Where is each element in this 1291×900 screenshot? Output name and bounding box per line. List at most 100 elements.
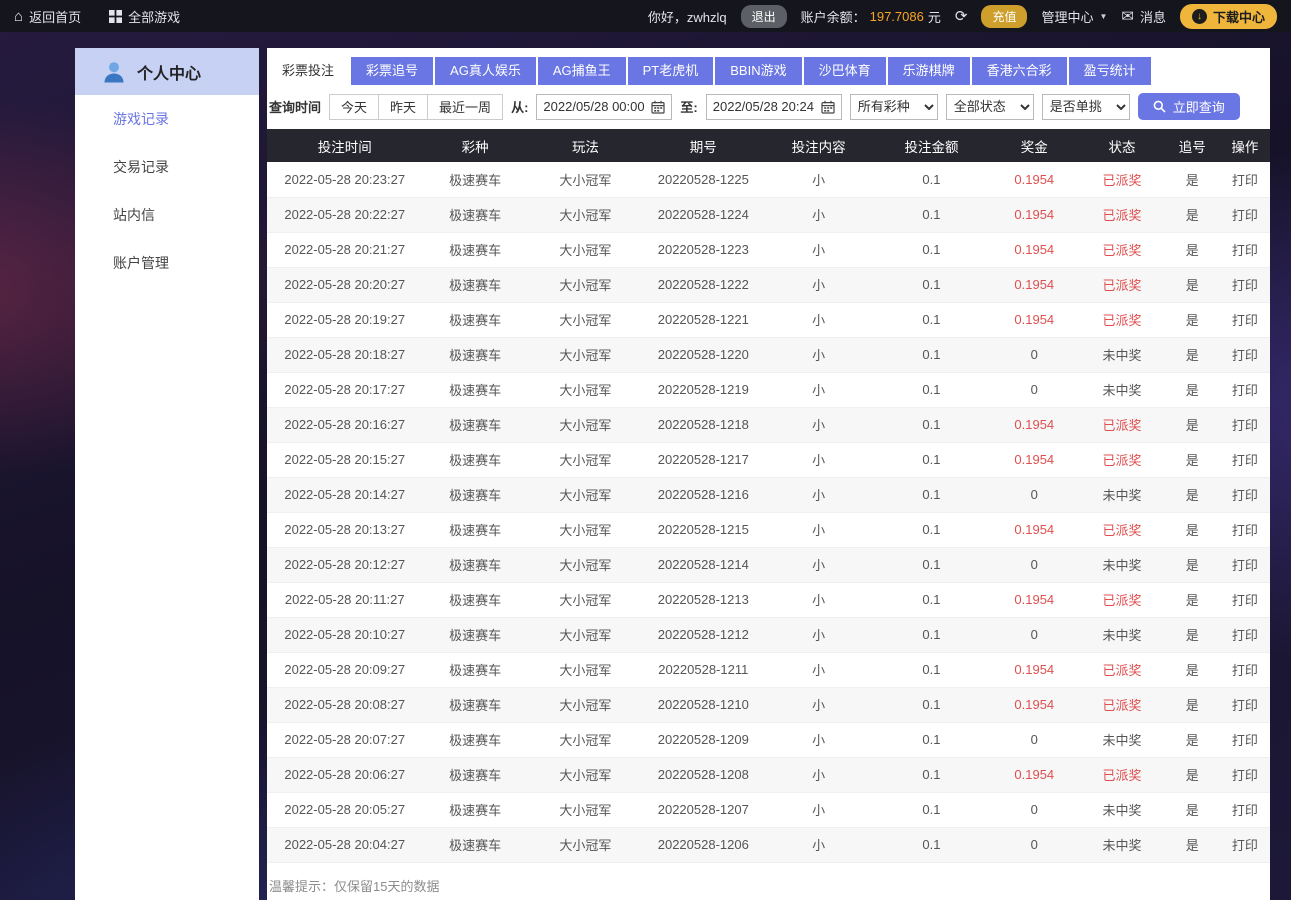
to-date-input[interactable] <box>712 99 817 114</box>
user-avatar-icon <box>101 59 127 85</box>
balance-unit: 元 <box>927 9 941 25</box>
print-action[interactable]: 打印 <box>1219 302 1270 338</box>
status: 已派奖 <box>1079 302 1165 338</box>
last-week-button[interactable]: 最近一周 <box>427 93 504 120</box>
chase: 是 <box>1164 652 1220 688</box>
query-button[interactable]: 立即查询 <box>1137 93 1240 120</box>
chase: 是 <box>1164 232 1220 268</box>
lottery-type-select[interactable]: 所有彩种 <box>849 93 938 120</box>
print-action[interactable]: 打印 <box>1219 512 1270 548</box>
play-type: 大小冠军 <box>527 547 644 583</box>
print-action[interactable]: 打印 <box>1219 547 1270 583</box>
lottery-type: 极速赛车 <box>422 197 528 233</box>
issue-number: 20220528-1210 <box>643 687 764 723</box>
recharge-button[interactable]: 充值 <box>981 4 1028 28</box>
lottery-type: 极速赛车 <box>422 407 528 443</box>
sidebar-item[interactable]: 游戏记录 <box>75 95 259 143</box>
all-games-link[interactable]: 全部游戏 <box>109 7 180 26</box>
print-action[interactable]: 打印 <box>1219 582 1270 618</box>
status-select[interactable]: 全部状态 <box>945 93 1034 120</box>
bet-content: 小 <box>763 477 874 513</box>
print-action[interactable]: 打印 <box>1219 232 1270 268</box>
print-action[interactable]: 打印 <box>1219 337 1270 373</box>
logout-button[interactable]: 退出 <box>740 4 787 28</box>
print-action[interactable]: 打印 <box>1219 372 1270 408</box>
issue-number: 20220528-1222 <box>643 267 764 303</box>
issue-number: 20220528-1223 <box>643 232 764 268</box>
print-action[interactable]: 打印 <box>1219 267 1270 303</box>
tab[interactable]: AG捕鱼王 <box>537 57 626 85</box>
bet-time: 2022-05-28 20:19:27 <box>267 302 423 338</box>
bet-content: 小 <box>763 302 874 338</box>
status: 未中奖 <box>1079 722 1165 758</box>
tab[interactable]: 乐游棋牌 <box>887 57 970 85</box>
admin-center-menu[interactable]: 管理中心 ▼ <box>1041 7 1107 26</box>
download-center-button[interactable]: ↓ 下载中心 <box>1179 3 1277 29</box>
lottery-type: 极速赛车 <box>422 722 528 758</box>
bet-amount: 0.1 <box>873 162 990 198</box>
refresh-icon[interactable]: ⟳ <box>955 7 968 25</box>
status: 未中奖 <box>1079 617 1165 653</box>
tab[interactable]: 香港六合彩 <box>971 57 1067 85</box>
bet-content: 小 <box>763 652 874 688</box>
print-action[interactable]: 打印 <box>1219 652 1270 688</box>
home-label: 返回首页 <box>29 9 82 25</box>
sidebar-header: 个人中心 <box>75 48 259 95</box>
tab[interactable]: AG真人娱乐 <box>435 57 536 85</box>
grid-icon <box>109 9 123 23</box>
home-link[interactable]: ⌂ 返回首页 <box>14 7 81 26</box>
print-action[interactable]: 打印 <box>1219 792 1270 828</box>
issue-number: 20220528-1217 <box>643 442 764 478</box>
today-button[interactable]: 今天 <box>329 93 380 120</box>
chase: 是 <box>1164 827 1220 863</box>
prize: 0 <box>989 337 1080 373</box>
sidebar-item[interactable]: 交易记录 <box>75 143 259 191</box>
print-action[interactable]: 打印 <box>1219 197 1270 233</box>
print-action[interactable]: 打印 <box>1219 722 1270 758</box>
bet-content: 小 <box>763 547 874 583</box>
from-date-input[interactable] <box>543 99 648 114</box>
sidebar-item[interactable]: 账户管理 <box>75 239 259 287</box>
calendar-icon[interactable] <box>651 100 666 114</box>
table-row: 2022-05-28 20:14:27 极速赛车 大小冠军 20220528-1216… <box>267 477 1270 513</box>
tab[interactable]: 盈亏统计 <box>1068 57 1151 85</box>
column-header: 追号 <box>1164 129 1220 162</box>
play-type: 大小冠军 <box>527 442 644 478</box>
bet-time: 2022-05-28 20:23:27 <box>267 162 423 198</box>
print-action[interactable]: 打印 <box>1219 617 1270 653</box>
print-action[interactable]: 打印 <box>1219 442 1270 478</box>
tab[interactable]: 彩票投注 <box>267 57 350 85</box>
table-row: 2022-05-28 20:23:27 极速赛车 大小冠军 20220528-1225… <box>267 162 1270 198</box>
messages-label: 消息 <box>1139 9 1166 25</box>
from-label: 从: <box>511 100 529 115</box>
print-action[interactable]: 打印 <box>1219 407 1270 443</box>
single-pick-select[interactable]: 是否单挑 <box>1041 93 1130 120</box>
lottery-type: 极速赛车 <box>422 827 528 863</box>
print-action[interactable]: 打印 <box>1219 162 1270 198</box>
print-action[interactable]: 打印 <box>1219 477 1270 513</box>
status: 未中奖 <box>1079 337 1165 373</box>
issue-number: 20220528-1209 <box>643 722 764 758</box>
messages-link[interactable]: ✉ 消息 <box>1121 7 1166 26</box>
bet-amount: 0.1 <box>873 232 990 268</box>
tab[interactable]: 沙巴体育 <box>803 57 886 85</box>
lottery-type: 极速赛车 <box>422 687 528 723</box>
calendar-icon[interactable] <box>821 100 835 114</box>
tab[interactable]: PT老虎机 <box>627 57 714 85</box>
table-row: 2022-05-28 20:09:27 极速赛车 大小冠军 20220528-1211… <box>267 652 1270 688</box>
main-panel: 彩票投注 彩票追号 AG真人娱乐 AG捕鱼王 PT老虎机 BBIN游戏 沙巴体育 乐游棋牌 香港… <box>267 48 1270 900</box>
tab[interactable]: 彩票追号 <box>351 57 434 85</box>
yesterday-button[interactable]: 昨天 <box>378 93 429 120</box>
table-row: 2022-05-28 20:22:27 极速赛车 大小冠军 20220528-1224… <box>267 197 1270 233</box>
tab[interactable]: BBIN游戏 <box>715 57 802 85</box>
print-action[interactable]: 打印 <box>1219 757 1270 793</box>
lottery-type: 极速赛车 <box>422 232 528 268</box>
status: 已派奖 <box>1079 232 1165 268</box>
lottery-type: 极速赛车 <box>422 582 528 618</box>
print-action[interactable]: 打印 <box>1219 827 1270 863</box>
sidebar-item[interactable]: 站内信 <box>75 191 259 239</box>
print-action[interactable]: 打印 <box>1219 687 1270 723</box>
bet-time: 2022-05-28 20:15:27 <box>267 442 423 478</box>
issue-number: 20220528-1206 <box>643 827 764 863</box>
bet-amount: 0.1 <box>873 722 990 758</box>
